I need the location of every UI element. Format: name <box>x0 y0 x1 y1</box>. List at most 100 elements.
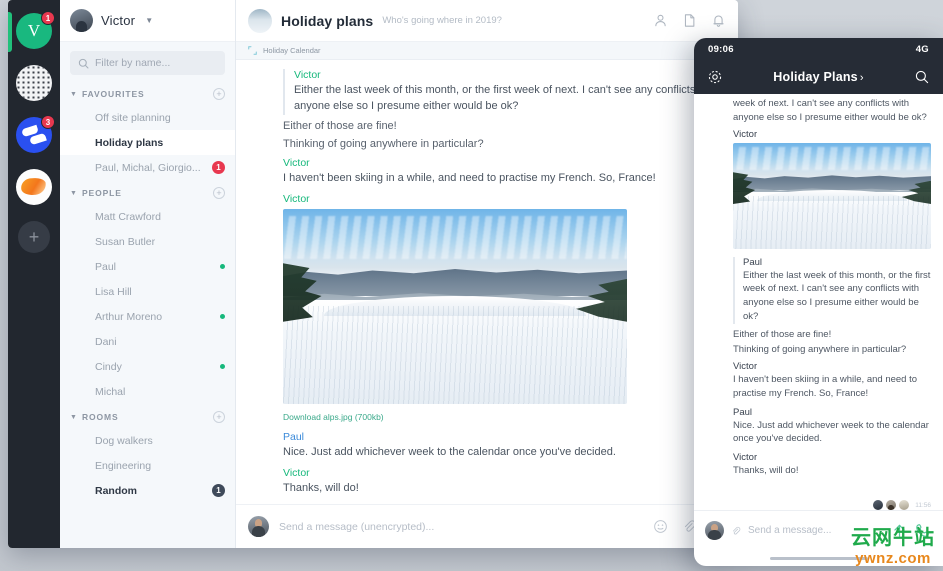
rail-item-account-victor[interactable]: V 1 <box>16 11 55 49</box>
avatar <box>250 195 273 218</box>
unread-badge: 1 <box>212 484 225 497</box>
current-user-name: Victor <box>101 13 136 28</box>
sidebar-item-label: Holiday plans <box>95 136 164 149</box>
sidebar-sections[interactable]: ▼ FAVOURITES + Off site planning Holiday pla… <box>60 81 235 548</box>
avatar <box>250 159 273 182</box>
space-dots-avatar <box>16 65 52 101</box>
room-avatar <box>248 8 272 33</box>
message-text: Thinking of going anywhere in particular… <box>283 137 484 150</box>
account-initial: V <box>27 21 41 40</box>
avatar <box>70 432 87 449</box>
page-title: Holiday plans <box>281 12 374 29</box>
bell-icon[interactable] <box>711 13 726 28</box>
sidebar-item-paul[interactable]: Paul <box>60 254 235 279</box>
sidebar-item-label: Cindy <box>95 360 122 373</box>
message: Victor Either the last week of this month… <box>236 66 738 118</box>
chat-panel: Holiday plans Who's going where in 2019? <box>236 0 738 548</box>
avatar <box>704 454 725 475</box>
download-link[interactable]: Download alps.jpg (700kb) <box>283 412 384 422</box>
unread-badge: 1 <box>212 161 225 174</box>
sidebar-item-michal[interactable]: Michal <box>60 379 235 404</box>
rail-item-space-dots[interactable] <box>16 65 52 101</box>
search-input[interactable]: Filter by name... <box>70 51 225 75</box>
gear-icon[interactable] <box>707 69 723 85</box>
sidebar-item-paul-michal-giorgio[interactable]: Paul, Michal, Giorgio... 1 <box>60 155 235 180</box>
file-icon[interactable] <box>682 13 697 28</box>
message-sender: Victor <box>294 69 321 81</box>
send-icon[interactable] <box>891 522 908 539</box>
people-icon[interactable] <box>653 13 668 28</box>
chevron-down-icon: ▼ <box>70 413 77 421</box>
sidebar-item-dani[interactable]: Dani <box>60 329 235 354</box>
search-placeholder: Filter by name... <box>95 57 171 69</box>
message-image[interactable] <box>283 208 627 404</box>
sidebar-item-susan-butler[interactable]: Susan Butler <box>60 229 235 254</box>
user-bar[interactable]: Victor ▼ <box>60 0 235 42</box>
mobile-message-list[interactable]: week of next. I can't see any conflicts … <box>694 94 943 498</box>
message: Victor <box>694 126 943 254</box>
sidebar-item-arthur-moreno[interactable]: Arthur Moreno <box>60 304 235 329</box>
avatar <box>70 482 87 499</box>
sidebar-item-dog-walkers[interactable]: Dog walkers <box>60 428 235 453</box>
message-text: Either of those are fine! <box>733 328 832 340</box>
read-receipts: 11:56 <box>694 498 943 510</box>
message: Victor I haven't been skiing in a while, … <box>236 154 738 190</box>
mobile-message-input-placeholder[interactable]: Send a message... <box>748 525 884 536</box>
rail-item-space-blue[interactable]: 3 <box>16 115 55 153</box>
message-list[interactable]: Victor Either the last week of this month… <box>236 60 738 504</box>
chevron-down-icon[interactable]: ▼ <box>145 16 153 25</box>
presence-indicator <box>220 264 225 269</box>
message-text: Nice. Just add whichever week to the cal… <box>283 445 616 458</box>
space-rail: V 1 3 + <box>8 0 60 548</box>
section-add-button[interactable]: + <box>213 88 225 100</box>
message: Paul Nice. Just add whichever week to the… <box>694 404 943 450</box>
section-header-people[interactable]: ▼ PEOPLE + <box>60 180 235 204</box>
sidebar-item-matt-crawford[interactable]: Matt Crawford <box>60 204 235 229</box>
message-text: I haven't been skiing in a while, and ne… <box>283 171 656 184</box>
active-space-indicator <box>8 12 12 52</box>
read-receipt-time: 11:56 <box>915 501 931 509</box>
mobile-composer[interactable]: Send a message... <box>694 510 943 550</box>
sidebar-item-cindy[interactable]: Cindy <box>60 354 235 379</box>
section-header-rooms[interactable]: ▼ ROOMS + <box>60 404 235 428</box>
sidebar-item-off-site-planning[interactable]: Off site planning <box>60 105 235 130</box>
message: Victor Thanks, will do! <box>236 464 738 500</box>
mobile-room-title[interactable]: Holiday Plans › <box>723 70 914 84</box>
add-space-button[interactable]: + <box>18 221 50 253</box>
message-image[interactable] <box>733 142 931 249</box>
message: Paul Nice. Just add whichever week to the… <box>236 428 738 464</box>
message-text: week of next. I can't see any conflicts … <box>733 98 927 123</box>
message-sender: Victor <box>733 452 758 464</box>
message-text: Nice. Just add whichever week to the cal… <box>733 419 929 445</box>
pinned-widget-bar[interactable]: Holiday Calendar <box>236 42 738 60</box>
avatar <box>704 131 725 152</box>
call-icon[interactable] <box>915 522 932 539</box>
emoji-icon[interactable] <box>653 519 668 534</box>
message: Victor Thanks, will do! <box>694 449 943 481</box>
read-receipt-avatar <box>886 500 897 510</box>
section-title: FAVOURITES <box>81 89 145 99</box>
message-input-placeholder[interactable]: Send a message (unencrypted)... <box>279 521 643 533</box>
avatar <box>70 457 87 474</box>
presence-indicator <box>220 314 225 319</box>
space-orange-avatar <box>16 169 52 205</box>
sidebar: Victor ▼ Filter by name... ▼ FAVOURITES + O… <box>60 0 236 548</box>
sidebar-item-engineering[interactable]: Engineering <box>60 453 235 478</box>
avatar <box>704 259 725 280</box>
section-add-button[interactable]: + <box>213 187 225 199</box>
search-icon <box>78 58 89 69</box>
mobile-header: Holiday Plans › <box>694 60 943 94</box>
avatar <box>70 109 87 126</box>
message-composer[interactable]: Send a message (unencrypted)... <box>236 504 738 548</box>
message-sender: Paul <box>283 430 305 443</box>
sidebar-item-label: Engineering <box>95 459 152 472</box>
rail-item-space-orange[interactable] <box>16 169 52 205</box>
section-header-favourites[interactable]: ▼ FAVOURITES + <box>60 81 235 105</box>
section-add-button[interactable]: + <box>213 411 225 423</box>
sidebar-item-holiday-plans[interactable]: Holiday plans <box>60 130 235 155</box>
search-icon[interactable] <box>914 69 930 85</box>
sidebar-item-random[interactable]: Random 1 <box>60 478 235 503</box>
attachment-icon[interactable] <box>731 526 741 536</box>
home-indicator <box>694 550 943 566</box>
sidebar-item-lisa-hill[interactable]: Lisa Hill <box>60 279 235 304</box>
